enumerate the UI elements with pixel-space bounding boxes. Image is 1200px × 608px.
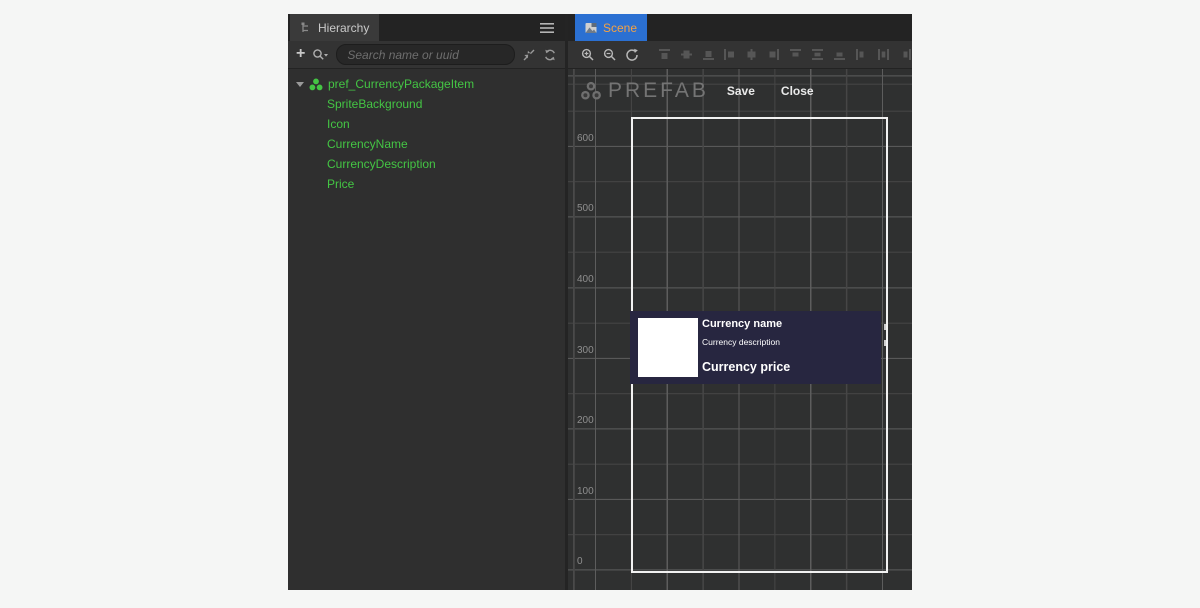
- scene-icon: [585, 22, 597, 34]
- ruler-edge: [573, 69, 574, 590]
- align-top-icon[interactable]: [657, 46, 671, 64]
- prefab-close-button[interactable]: Close: [781, 84, 814, 98]
- tab-hierarchy[interactable]: Hierarchy: [290, 14, 379, 41]
- refresh-icon[interactable]: [543, 46, 557, 64]
- tree-node-root[interactable]: pref_CurrencyPackageItem: [288, 74, 565, 94]
- prefab-mode-title: PREFAB: [608, 79, 709, 103]
- currency-name-text[interactable]: Currency name: [702, 318, 782, 330]
- search-filter-icon[interactable]: [312, 46, 329, 64]
- editor-window: Hierarchy +: [288, 14, 912, 590]
- tree-node-label: CurrencyDescription: [327, 157, 436, 171]
- align-right-icon[interactable]: [767, 46, 781, 64]
- tree-node-label: Price: [327, 177, 354, 191]
- distribute-bottom-icon[interactable]: [832, 46, 846, 64]
- distribute-left-icon[interactable]: [854, 46, 868, 64]
- prefab-icon: [580, 81, 602, 101]
- ruler-label: 400: [577, 274, 603, 285]
- tree-node-label: CurrencyName: [327, 137, 408, 151]
- tab-hierarchy-label: Hierarchy: [318, 21, 369, 35]
- distribute-right-icon[interactable]: [898, 46, 912, 64]
- gizmo-tick: [884, 324, 886, 330]
- currency-icon-sprite[interactable]: [638, 318, 698, 377]
- ruler-label: 100: [577, 486, 603, 497]
- scene-toolbar: [568, 41, 912, 69]
- tree-node[interactable]: SpriteBackground: [288, 94, 565, 114]
- expand-arrow-icon[interactable]: [296, 82, 304, 87]
- scene-panel: Scene: [568, 14, 912, 590]
- scene-canvas[interactable]: PREFAB Save Close Currency name Currency…: [568, 69, 912, 590]
- collapse-all-icon[interactable]: [522, 46, 536, 64]
- ruler-label: 300: [577, 345, 603, 356]
- zoom-in-icon[interactable]: [581, 46, 595, 64]
- ruler-label: 500: [577, 203, 603, 214]
- currency-price-text[interactable]: Currency price: [702, 360, 790, 374]
- ruler-label: 0: [577, 556, 603, 567]
- tree-node-label: Icon: [327, 117, 350, 131]
- align-bottom-icon[interactable]: [701, 46, 715, 64]
- ruler-label: 600: [577, 133, 603, 144]
- tree-node[interactable]: CurrencyDescription: [288, 154, 565, 174]
- prefab-save-button[interactable]: Save: [727, 84, 755, 98]
- hierarchy-tabbar: Hierarchy: [288, 14, 565, 41]
- zoom-out-icon[interactable]: [603, 46, 617, 64]
- distribute-middle-icon[interactable]: [811, 46, 825, 64]
- gizmo-tick: [884, 340, 886, 346]
- tree-node-label: SpriteBackground: [327, 97, 422, 111]
- currency-package-item[interactable]: Currency name Currency description Curre…: [630, 311, 881, 384]
- hierarchy-panel: Hierarchy +: [288, 14, 568, 590]
- align-left-icon[interactable]: [723, 46, 737, 64]
- reset-view-icon[interactable]: [625, 46, 639, 64]
- hierarchy-tree-icon: [300, 22, 312, 34]
- tree-node-label: pref_CurrencyPackageItem: [328, 77, 474, 91]
- prefab-mode-bar: PREFAB Save Close: [580, 76, 814, 106]
- distribute-center-icon[interactable]: [876, 46, 890, 64]
- tree-node[interactable]: Icon: [288, 114, 565, 134]
- tab-scene[interactable]: Scene: [575, 14, 647, 41]
- hierarchy-menu-icon[interactable]: [538, 19, 556, 37]
- tree-node[interactable]: CurrencyName: [288, 134, 565, 154]
- ruler-label: 200: [577, 415, 603, 426]
- search-input[interactable]: [336, 44, 515, 65]
- align-center-icon[interactable]: [745, 46, 759, 64]
- distribute-top-icon[interactable]: [789, 46, 803, 64]
- tab-scene-label: Scene: [603, 21, 637, 35]
- align-middle-icon[interactable]: [679, 46, 693, 64]
- create-node-button[interactable]: +: [296, 45, 305, 63]
- tree-node[interactable]: Price: [288, 174, 565, 194]
- prefab-icon: [309, 78, 323, 91]
- desktop: Hierarchy +: [0, 0, 1200, 608]
- tree-children: SpriteBackground Icon CurrencyName Curre…: [288, 94, 565, 194]
- scene-tabbar: Scene: [568, 14, 912, 41]
- hierarchy-tree: pref_CurrencyPackageItem SpriteBackgroun…: [288, 69, 565, 590]
- hierarchy-toolbar: +: [288, 41, 565, 69]
- currency-description-text[interactable]: Currency description: [702, 337, 780, 347]
